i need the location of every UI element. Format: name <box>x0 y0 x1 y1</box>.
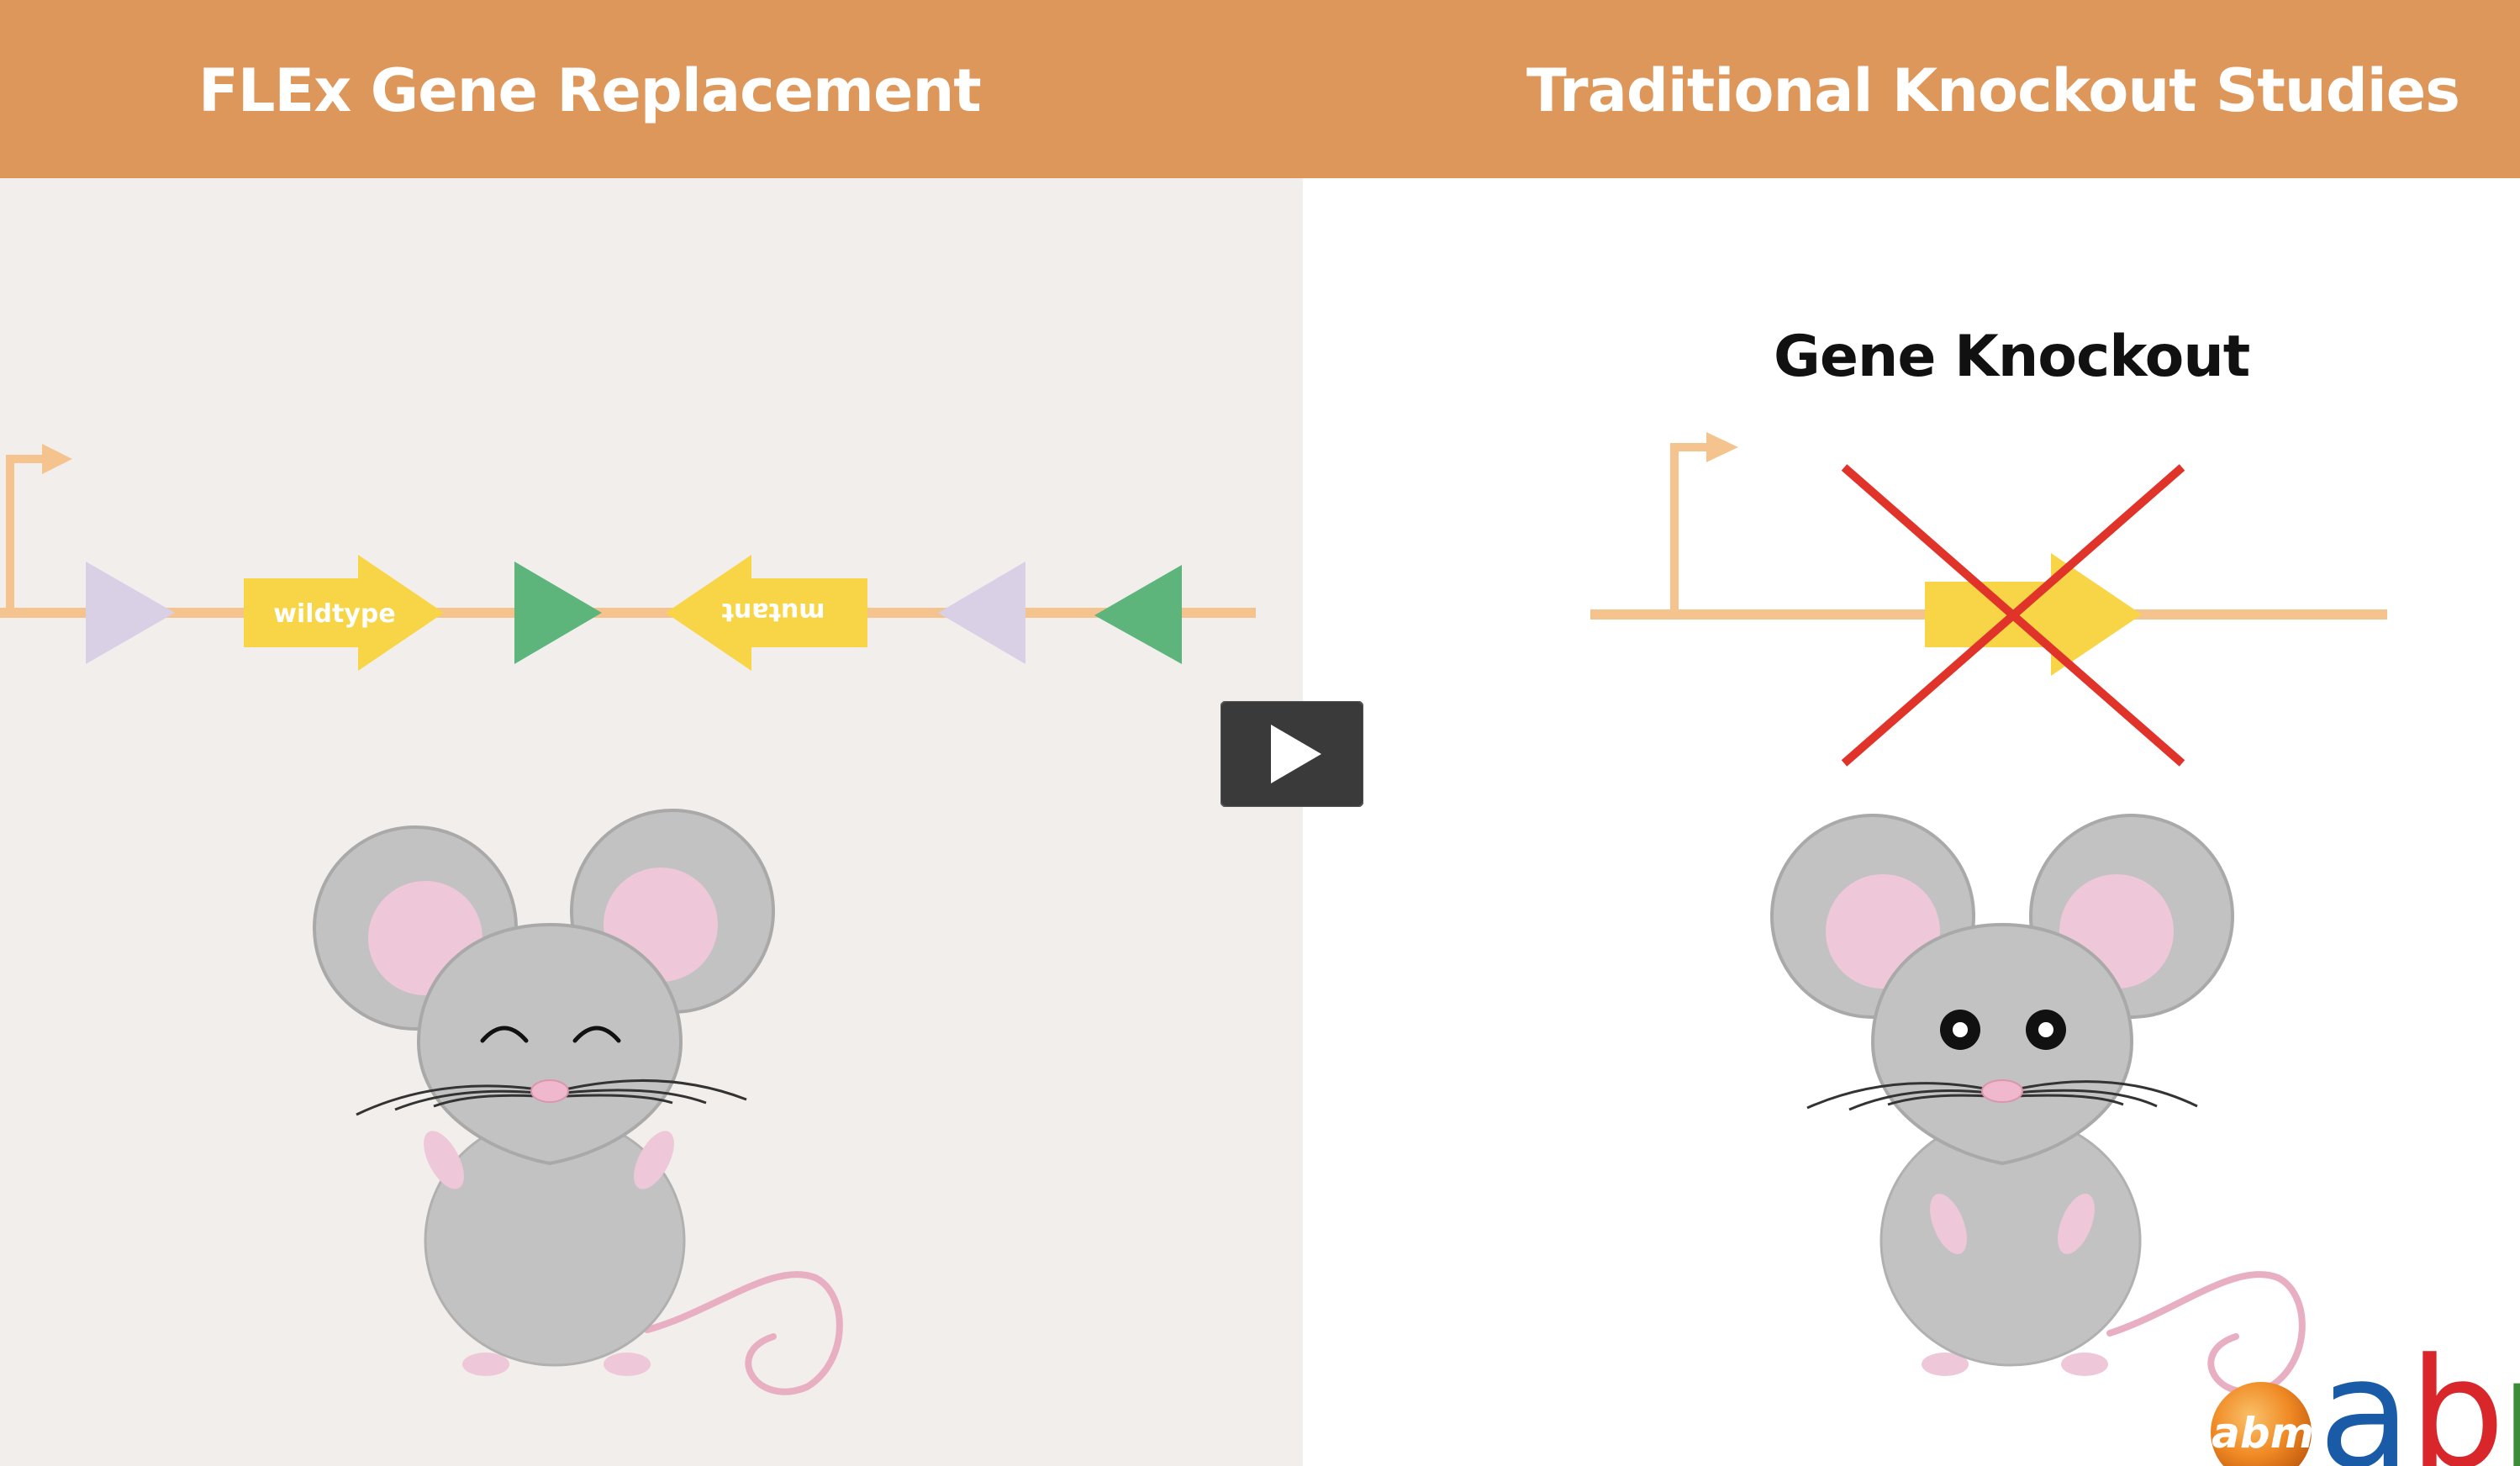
mutant-label: mutant <box>722 597 825 626</box>
mouse-foot <box>604 1353 651 1376</box>
wildtype-label: wildtype <box>273 599 395 629</box>
mouse-foot <box>462 1353 509 1376</box>
flex-gene-replacement-title: FLEx Gene Replacement <box>198 56 982 125</box>
eye-highlight <box>2038 1022 2053 1037</box>
abm-wordmark-letter-m: m <box>2500 1326 2520 1466</box>
abm-badge-text: abm <box>2212 1409 2314 1458</box>
abm-wordmark-letter-b: b <box>2409 1326 2505 1466</box>
traditional-knockout-title: Traditional Knockout Studies <box>1526 56 2460 125</box>
eye-highlight <box>1953 1022 1968 1037</box>
gene-knockout-heading: Gene Knockout <box>1774 324 2250 390</box>
abm-wordmark-letter-a: a <box>2318 1326 2411 1466</box>
play-button[interactable] <box>1220 701 1363 807</box>
abm-wordmark: a b m <box>2318 1326 2520 1466</box>
mouse-nose <box>530 1079 569 1103</box>
mouse-nose <box>1981 1079 2023 1103</box>
mouse-foot <box>2061 1353 2108 1376</box>
